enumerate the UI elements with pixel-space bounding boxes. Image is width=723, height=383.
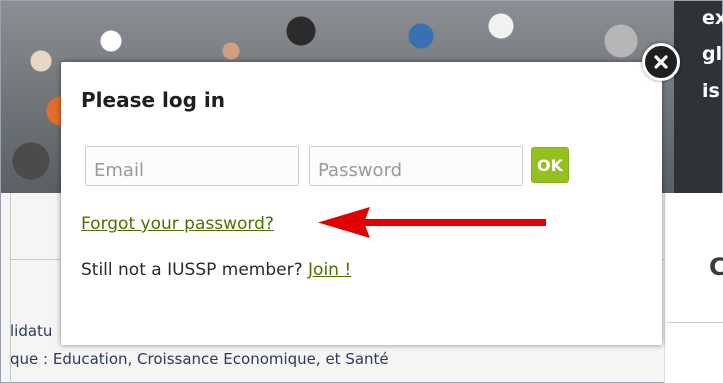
background-text-line-2: que : Education, Croissance Economique, …	[10, 350, 389, 368]
hero-text-line-3: is	[702, 80, 720, 102]
hero-text-line-1: ex	[702, 7, 723, 29]
member-prompt: Still not a IUSSP member? Join !	[81, 260, 351, 280]
password-input[interactable]	[309, 146, 523, 186]
join-link[interactable]: Join !	[308, 260, 351, 280]
close-icon	[654, 55, 668, 69]
sidebar-heading: C	[709, 253, 723, 281]
ok-button[interactable]: OK	[531, 147, 569, 183]
hero-text-line-2: gl	[702, 43, 723, 65]
login-modal: Please log in OK Forgot your password? S…	[61, 62, 662, 345]
right-sidebar: C	[664, 193, 723, 383]
member-prompt-text: Still not a IUSSP member?	[81, 260, 303, 280]
forgot-password-link[interactable]: Forgot your password?	[81, 214, 274, 234]
close-button[interactable]	[642, 43, 680, 81]
modal-title: Please log in	[81, 88, 225, 112]
sidebar-divider	[667, 322, 723, 323]
background-text-line-1: lidatu	[10, 322, 53, 340]
hero-text-panel: ex gl is	[674, 1, 723, 193]
red-arrow-icon	[318, 207, 546, 238]
email-input[interactable]	[85, 146, 299, 186]
